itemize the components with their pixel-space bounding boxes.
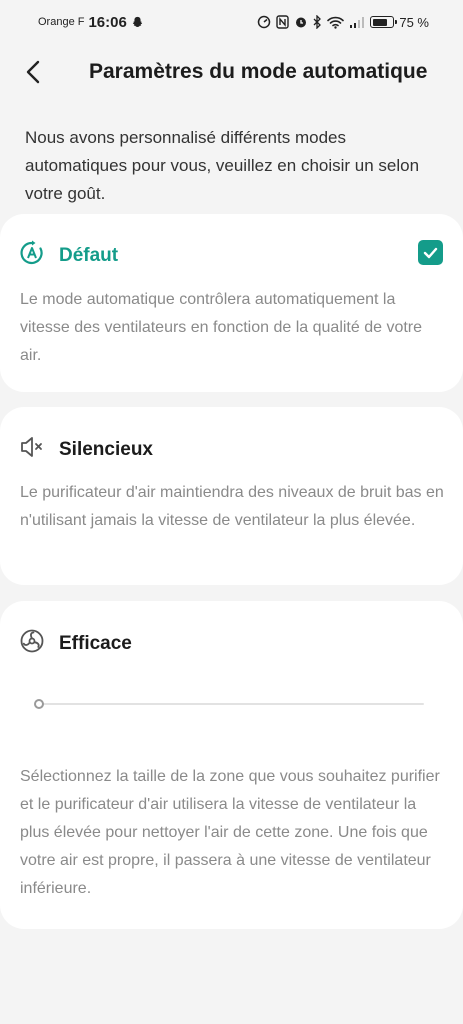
battery-level <box>372 18 388 26</box>
checkmark-icon <box>423 247 438 258</box>
nfc-icon <box>276 15 290 29</box>
battery-percent: 75 % <box>399 14 429 30</box>
back-button[interactable] <box>16 54 52 90</box>
mode-card-silent-head: Silencieux <box>19 434 153 465</box>
mode-description-efficient: Sélectionnez la taille de la zone que vo… <box>20 768 440 897</box>
bluetooth-icon <box>313 15 322 29</box>
wifi-icon <box>327 16 345 29</box>
mode-description-silent: Le purificateur d'air maintiendra des ni… <box>20 484 444 529</box>
clock: 16:06 <box>88 13 127 31</box>
snapchat-icon <box>131 16 144 29</box>
mode-card-efficient-head: Efficace <box>19 628 132 659</box>
zone-size-slider[interactable] <box>34 697 424 711</box>
alarm-icon <box>294 15 308 29</box>
mode-card-default[interactable]: Défaut Le mode automatique contrôlera au… <box>0 214 463 392</box>
mode-description-default: Le mode automatique contrôlera automatiq… <box>20 291 423 364</box>
speedometer-icon <box>257 15 271 29</box>
default-selected-checkbox[interactable] <box>418 240 443 265</box>
page-title: Paramètres du mode automatique <box>89 60 428 83</box>
signal-icon <box>349 16 365 29</box>
intro-text: Nous avons personnalisé différents modes… <box>25 128 420 203</box>
auto-mode-icon <box>19 240 45 271</box>
slider-thumb[interactable] <box>34 699 44 709</box>
chevron-left-icon <box>26 60 40 84</box>
mode-card-efficient[interactable]: Efficace Sélectionnez la taille de la zo… <box>0 601 463 929</box>
battery-icon <box>370 16 398 28</box>
speaker-mute-icon <box>19 434 45 465</box>
mode-title-default: Défaut <box>59 244 119 266</box>
mode-title-silent: Silencieux <box>59 438 153 460</box>
slider-track <box>40 703 424 705</box>
carrier-label: Orange F <box>38 16 85 28</box>
status-bar: Orange F 16:06 75 % <box>0 0 463 44</box>
mode-card-silent[interactable]: Silencieux Le purificateur d'air maintie… <box>0 407 463 585</box>
header: Paramètres du mode automatique <box>0 50 463 94</box>
mode-title-efficient: Efficace <box>59 632 132 654</box>
status-right: 75 % <box>257 15 429 30</box>
fan-icon <box>19 628 45 659</box>
status-left: Orange F 16:06 <box>38 14 144 31</box>
mode-card-default-head: Défaut <box>19 240 118 271</box>
